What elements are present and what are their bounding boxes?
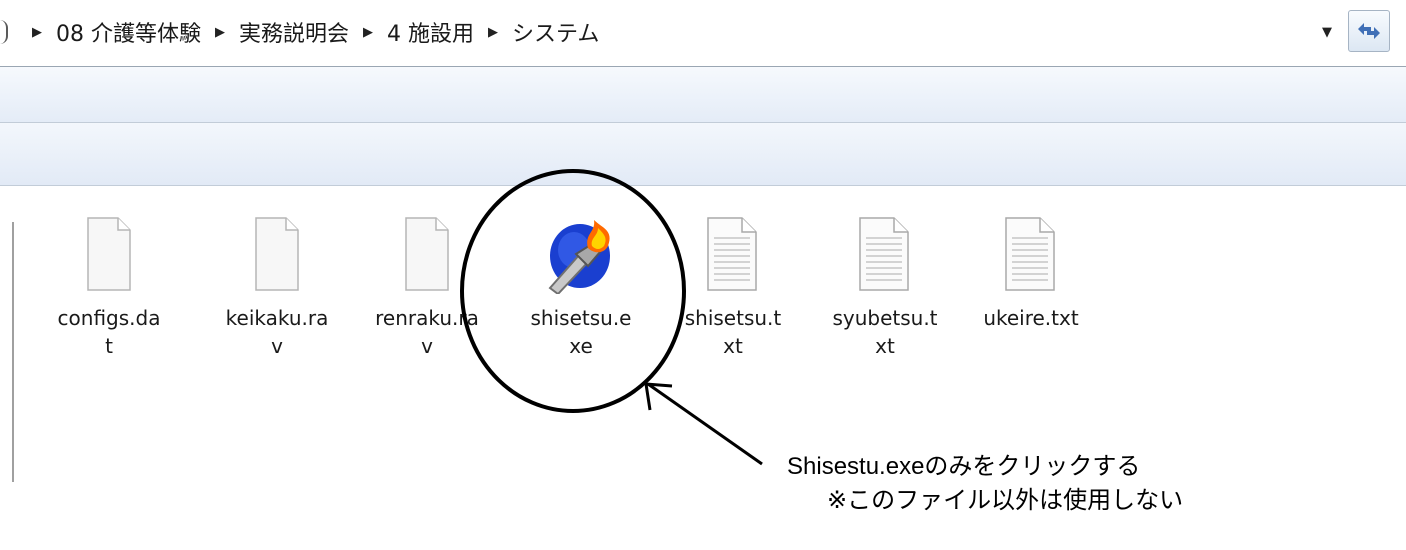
file-name: configs.da t xyxy=(57,306,161,358)
file-item-syubetsu-txt[interactable]: syubetsu.t xt xyxy=(820,212,950,362)
instruction-line-1: Shisestu.exeのみをクリックする xyxy=(787,453,1141,480)
breadcrumb-separator-icon[interactable]: ▶ xyxy=(215,25,225,40)
text-file-icon xyxy=(707,217,757,291)
text-file-icon xyxy=(859,217,909,291)
file-name: syubetsu.t xt xyxy=(832,306,938,358)
file-item-configs-dat[interactable]: configs.da t xyxy=(44,212,174,362)
blank-file-icon xyxy=(87,217,131,291)
breadcrumb: ▶ 08 介護等体験 ▶ 実務説明会 ▶ 4 施設用 ▶ システム xyxy=(0,12,599,52)
file-item-keikaku-rav[interactable]: keikaku.ra v xyxy=(212,212,342,362)
blank-file-icon xyxy=(405,217,449,291)
command-toolbar xyxy=(0,123,1406,186)
instruction-line-2: ※このファイル以外は使用しない xyxy=(827,487,1184,514)
breadcrumb-item-08[interactable]: 08 介護等体験 xyxy=(56,16,201,48)
breadcrumb-item-jitsumu[interactable]: 実務説明会 xyxy=(239,16,349,48)
breadcrumb-edge xyxy=(0,20,8,44)
file-item-ukeire-txt[interactable]: ukeire.txt xyxy=(966,212,1096,362)
pointer-arrow-icon xyxy=(644,382,763,466)
address-bar[interactable]: ▶ 08 介護等体験 ▶ 実務説明会 ▶ 4 施設用 ▶ システム ▼ xyxy=(0,0,1406,67)
chevron-down-icon[interactable]: ▼ xyxy=(1318,24,1336,42)
navigation-pane-edge[interactable] xyxy=(0,222,14,482)
text-file-icon xyxy=(1005,217,1055,291)
breadcrumb-item-shisetsuyou[interactable]: 4 施設用 xyxy=(387,16,474,48)
instruction-callout: Shisestu.exeのみをクリックする ※このファイル以外は使用しない xyxy=(787,450,1183,518)
breadcrumb-separator-icon[interactable]: ▶ xyxy=(32,25,42,40)
menu-toolbar xyxy=(0,67,1406,123)
file-name: ukeire.txt xyxy=(983,306,1079,330)
refresh-icon xyxy=(1358,23,1380,39)
refresh-button[interactable] xyxy=(1348,10,1390,52)
breadcrumb-separator-icon[interactable]: ▶ xyxy=(363,25,373,40)
breadcrumb-item-system[interactable]: システム xyxy=(512,16,599,48)
breadcrumb-separator-icon[interactable]: ▶ xyxy=(488,25,498,40)
file-name: keikaku.ra v xyxy=(225,306,329,358)
blank-file-icon xyxy=(255,217,299,291)
